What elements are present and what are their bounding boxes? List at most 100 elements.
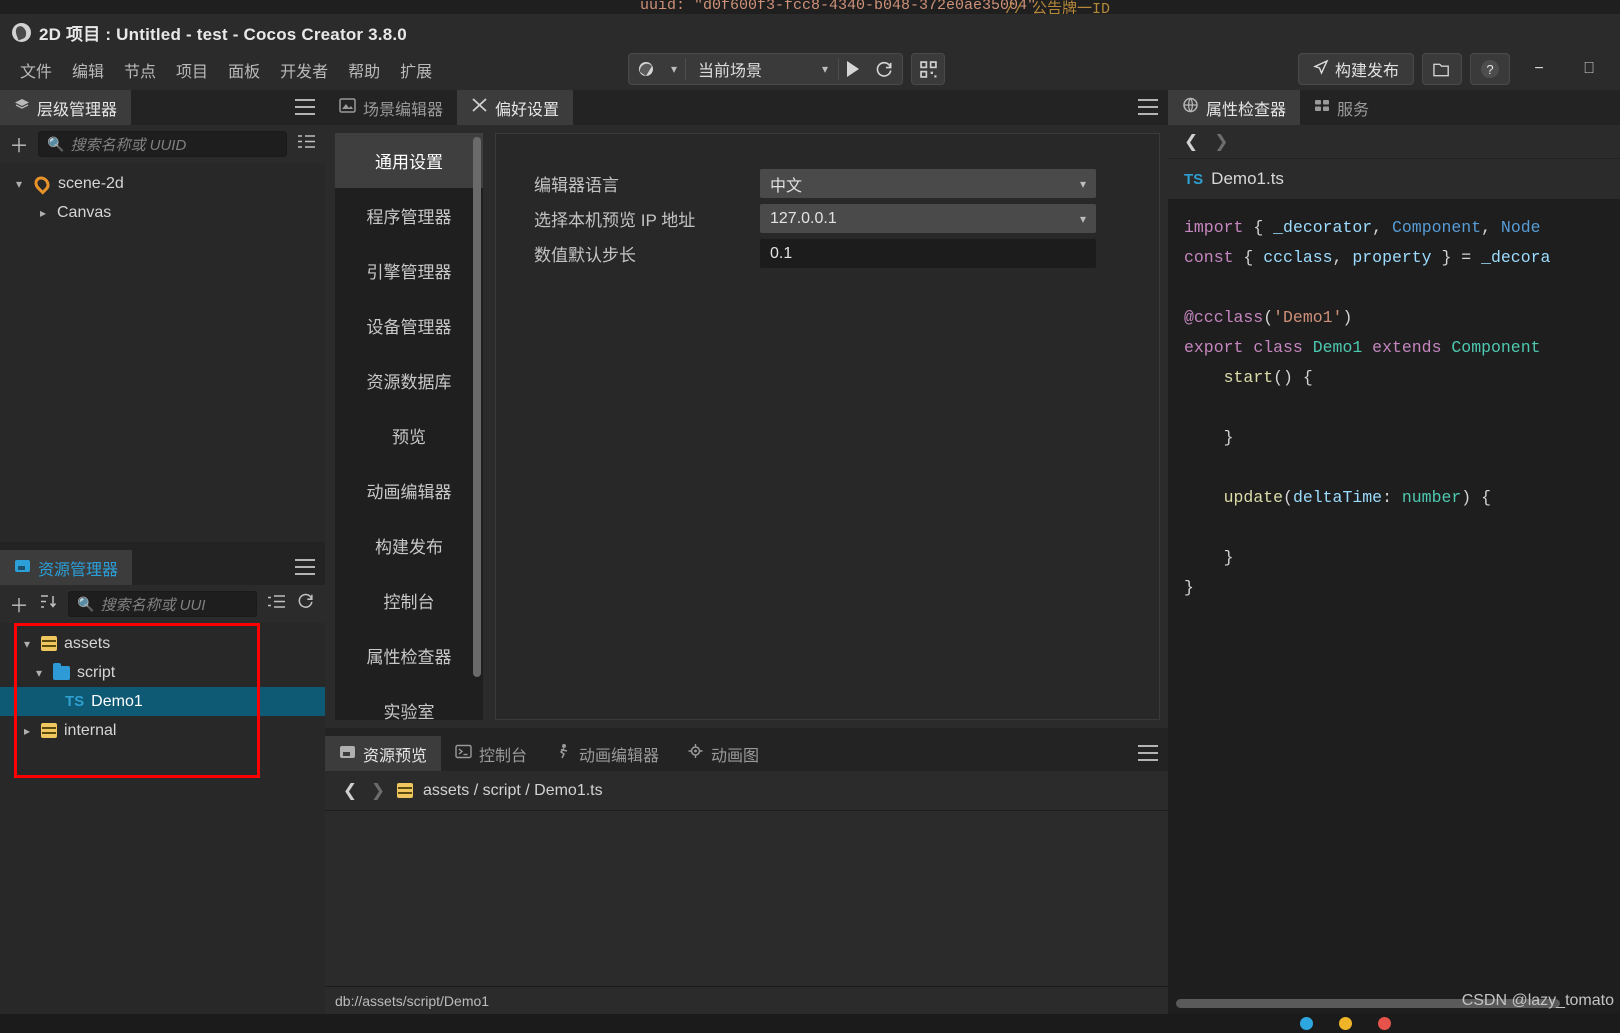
app-icon-red[interactable] <box>1378 1017 1391 1030</box>
asset-item-internal[interactable]: ▸ internal <box>0 716 325 745</box>
tab-filler <box>773 736 1168 771</box>
hamburger-menu-icon[interactable] <box>295 559 315 575</box>
asset-preview-area[interactable] <box>325 811 1168 986</box>
collapse-all-icon[interactable] <box>265 593 287 615</box>
tab-animation-editor[interactable]: 动画编辑器 <box>541 736 674 771</box>
chevron-right-icon[interactable]: ▸ <box>20 724 34 738</box>
hierarchy-search-input[interactable]: 🔍 搜索名称或 UUID <box>38 131 287 157</box>
menu-bar: 文件 编辑 节点 项目 面板 开发者 帮助 扩展 <box>0 55 442 85</box>
tab-asset-preview[interactable]: 资源预览 <box>325 736 442 771</box>
os-taskbar <box>0 1014 1620 1033</box>
preferences-body: 通用设置 程序管理器 引擎管理器 设备管理器 资源数据库 预览 动画编辑器 构建… <box>325 125 1168 728</box>
tab-inspector[interactable]: 属性检查器 <box>1168 90 1301 125</box>
menu-item-file[interactable]: 文件 <box>10 55 62 85</box>
pref-value-preview-ip: 127.0.0.1 <box>770 209 837 227</box>
chevron-right-icon[interactable]: ▸ <box>36 206 50 220</box>
pref-select-preview-ip[interactable]: 127.0.0.1 ▾ <box>760 204 1096 233</box>
preferences-nav-scrollbar[interactable] <box>473 137 481 677</box>
assets-tree[interactable]: ▾ assets ▾ script ▸ TS Demo1 <box>0 623 325 1014</box>
tab-preferences[interactable]: 偏好设置 <box>457 90 574 125</box>
search-icon: 🔍 <box>77 595 95 612</box>
cocos-logo-icon <box>12 22 31 42</box>
pref-nav-engine-manager[interactable]: 引擎管理器 <box>335 243 483 298</box>
asset-item-demo1[interactable]: ▸ TS Demo1 <box>0 687 325 716</box>
menu-item-project[interactable]: 项目 <box>166 55 218 85</box>
hamburger-menu-icon[interactable] <box>295 99 315 115</box>
search-icon: 🔍 <box>47 135 65 152</box>
sort-icon[interactable] <box>38 593 60 615</box>
tree-node-scene-2d[interactable]: ▾ scene-2d <box>0 169 325 198</box>
scene-select[interactable]: 当前场景 ▾ <box>686 54 838 84</box>
background-code-strip: uuid: "d0f600f3-fcc8-4340-b048-372e0ae35… <box>0 0 1620 14</box>
pref-nav-program-manager[interactable]: 程序管理器 <box>335 188 483 243</box>
qr-code-icon[interactable] <box>911 53 946 85</box>
play-icon[interactable] <box>839 54 867 84</box>
tab-services[interactable]: 服务 <box>1300 90 1384 125</box>
hierarchy-tree[interactable]: ▾ scene-2d ▸ Canvas <box>0 163 325 542</box>
menu-item-edit[interactable]: 编辑 <box>62 55 114 85</box>
chevron-left-icon[interactable]: ❮ <box>1184 132 1198 152</box>
add-asset-icon[interactable]: ＋ <box>8 591 30 618</box>
menu-item-developer[interactable]: 开发者 <box>270 55 338 85</box>
hamburger-menu-icon[interactable] <box>1138 99 1158 115</box>
chevron-down-icon[interactable]: ▾ <box>32 666 46 680</box>
left-column: 层级管理器 ＋ 🔍 搜索名称或 UUID ▾ scene-2d ▸ Canvas… <box>0 90 325 1014</box>
help-question-icon[interactable]: ? <box>1470 53 1510 85</box>
window-title: 2D 项目 : Untitled - test - Cocos Creator … <box>39 24 407 44</box>
assets-search-input[interactable]: 🔍 搜索名称或 UUI <box>68 591 257 617</box>
app-icon-yellow[interactable] <box>1339 1017 1352 1030</box>
tab-scene-editor[interactable]: 场景编辑器 <box>325 90 458 125</box>
open-folder-icon[interactable] <box>1422 53 1462 85</box>
minimize-icon[interactable]: − <box>1518 53 1560 85</box>
pref-nav-build-publish[interactable]: 构建发布 <box>335 518 483 573</box>
refresh-icon[interactable] <box>867 54 902 84</box>
breadcrumb-path[interactable]: assets / script / Demo1.ts <box>397 782 603 800</box>
inspector-tabs: 属性检查器 服务 <box>1168 90 1620 125</box>
menu-item-panel[interactable]: 面板 <box>218 55 270 85</box>
build-publish-button[interactable]: 构建发布 <box>1297 53 1414 85</box>
cocos-gizmo-icon[interactable] <box>629 54 663 84</box>
asset-item-script[interactable]: ▾ script <box>0 658 325 687</box>
chevron-down-icon: ▾ <box>1079 211 1086 226</box>
preferences-content: 编辑器语言 中文 ▾ 选择本机预览 IP 地址 127.0.0.1 ▾ 数值默认… <box>495 133 1160 720</box>
chevron-right-icon[interactable]: ❯ <box>1214 132 1228 152</box>
tab-assets[interactable]: 资源管理器 <box>0 550 133 585</box>
tab-animation-graph[interactable]: 动画图 <box>673 736 774 771</box>
chevron-left-icon[interactable]: ❮ <box>341 781 359 801</box>
chevron-right-icon[interactable]: ❯ <box>369 781 387 801</box>
pref-select-editor-language[interactable]: 中文 ▾ <box>760 169 1096 198</box>
tree-node-canvas[interactable]: ▸ Canvas <box>0 198 325 227</box>
animation-editor-icon <box>555 743 572 764</box>
inspector-code-view[interactable]: import { _decorator, Component, Node con… <box>1168 199 1620 1014</box>
pref-nav-console[interactable]: 控制台 <box>335 573 483 628</box>
pref-nav-device-manager[interactable]: 设备管理器 <box>335 298 483 353</box>
tab-hierarchy[interactable]: 层级管理器 <box>0 90 132 125</box>
pref-row-default-step: 数值默认步长 0.1 <box>534 236 1129 271</box>
preferences-nav[interactable]: 通用设置 程序管理器 引擎管理器 设备管理器 资源数据库 预览 动画编辑器 构建… <box>335 133 483 720</box>
menu-item-extension[interactable]: 扩展 <box>390 55 442 85</box>
pref-nav-laboratory[interactable]: 实验室 <box>335 683 483 720</box>
menu-item-node[interactable]: 节点 <box>114 55 166 85</box>
filter-list-icon[interactable] <box>295 133 317 155</box>
app-icon-blue[interactable] <box>1300 1017 1313 1030</box>
pref-nav-inspector[interactable]: 属性检查器 <box>335 628 483 683</box>
chevron-down-icon[interactable]: ▾ <box>12 177 26 191</box>
pref-nav-animation-editor[interactable]: 动画编辑器 <box>335 463 483 518</box>
pref-input-default-step[interactable]: 0.1 <box>760 239 1096 268</box>
asset-item-assets[interactable]: ▾ assets <box>0 629 325 658</box>
tab-console[interactable]: 控制台 <box>441 736 542 771</box>
pref-nav-preview[interactable]: 预览 <box>335 408 483 463</box>
hamburger-menu-icon[interactable] <box>1138 745 1158 761</box>
add-node-icon[interactable]: ＋ <box>8 131 30 158</box>
center-toolbar: ▾ 当前场景 ▾ <box>628 53 946 85</box>
chevron-down-icon[interactable]: ▾ <box>663 54 685 84</box>
pref-value-default-step: 0.1 <box>770 244 793 262</box>
pref-nav-general[interactable]: 通用设置 <box>335 133 483 188</box>
panel-splitter[interactable] <box>0 542 325 550</box>
pref-nav-asset-database[interactable]: 资源数据库 <box>335 353 483 408</box>
refresh-icon[interactable] <box>295 592 317 616</box>
chevron-down-icon[interactable]: ▾ <box>20 637 34 651</box>
inspector-navigation: ❮ ❯ <box>1168 125 1620 159</box>
maximize-icon[interactable]: ⎕ <box>1568 53 1610 85</box>
menu-item-help[interactable]: 帮助 <box>338 55 390 85</box>
